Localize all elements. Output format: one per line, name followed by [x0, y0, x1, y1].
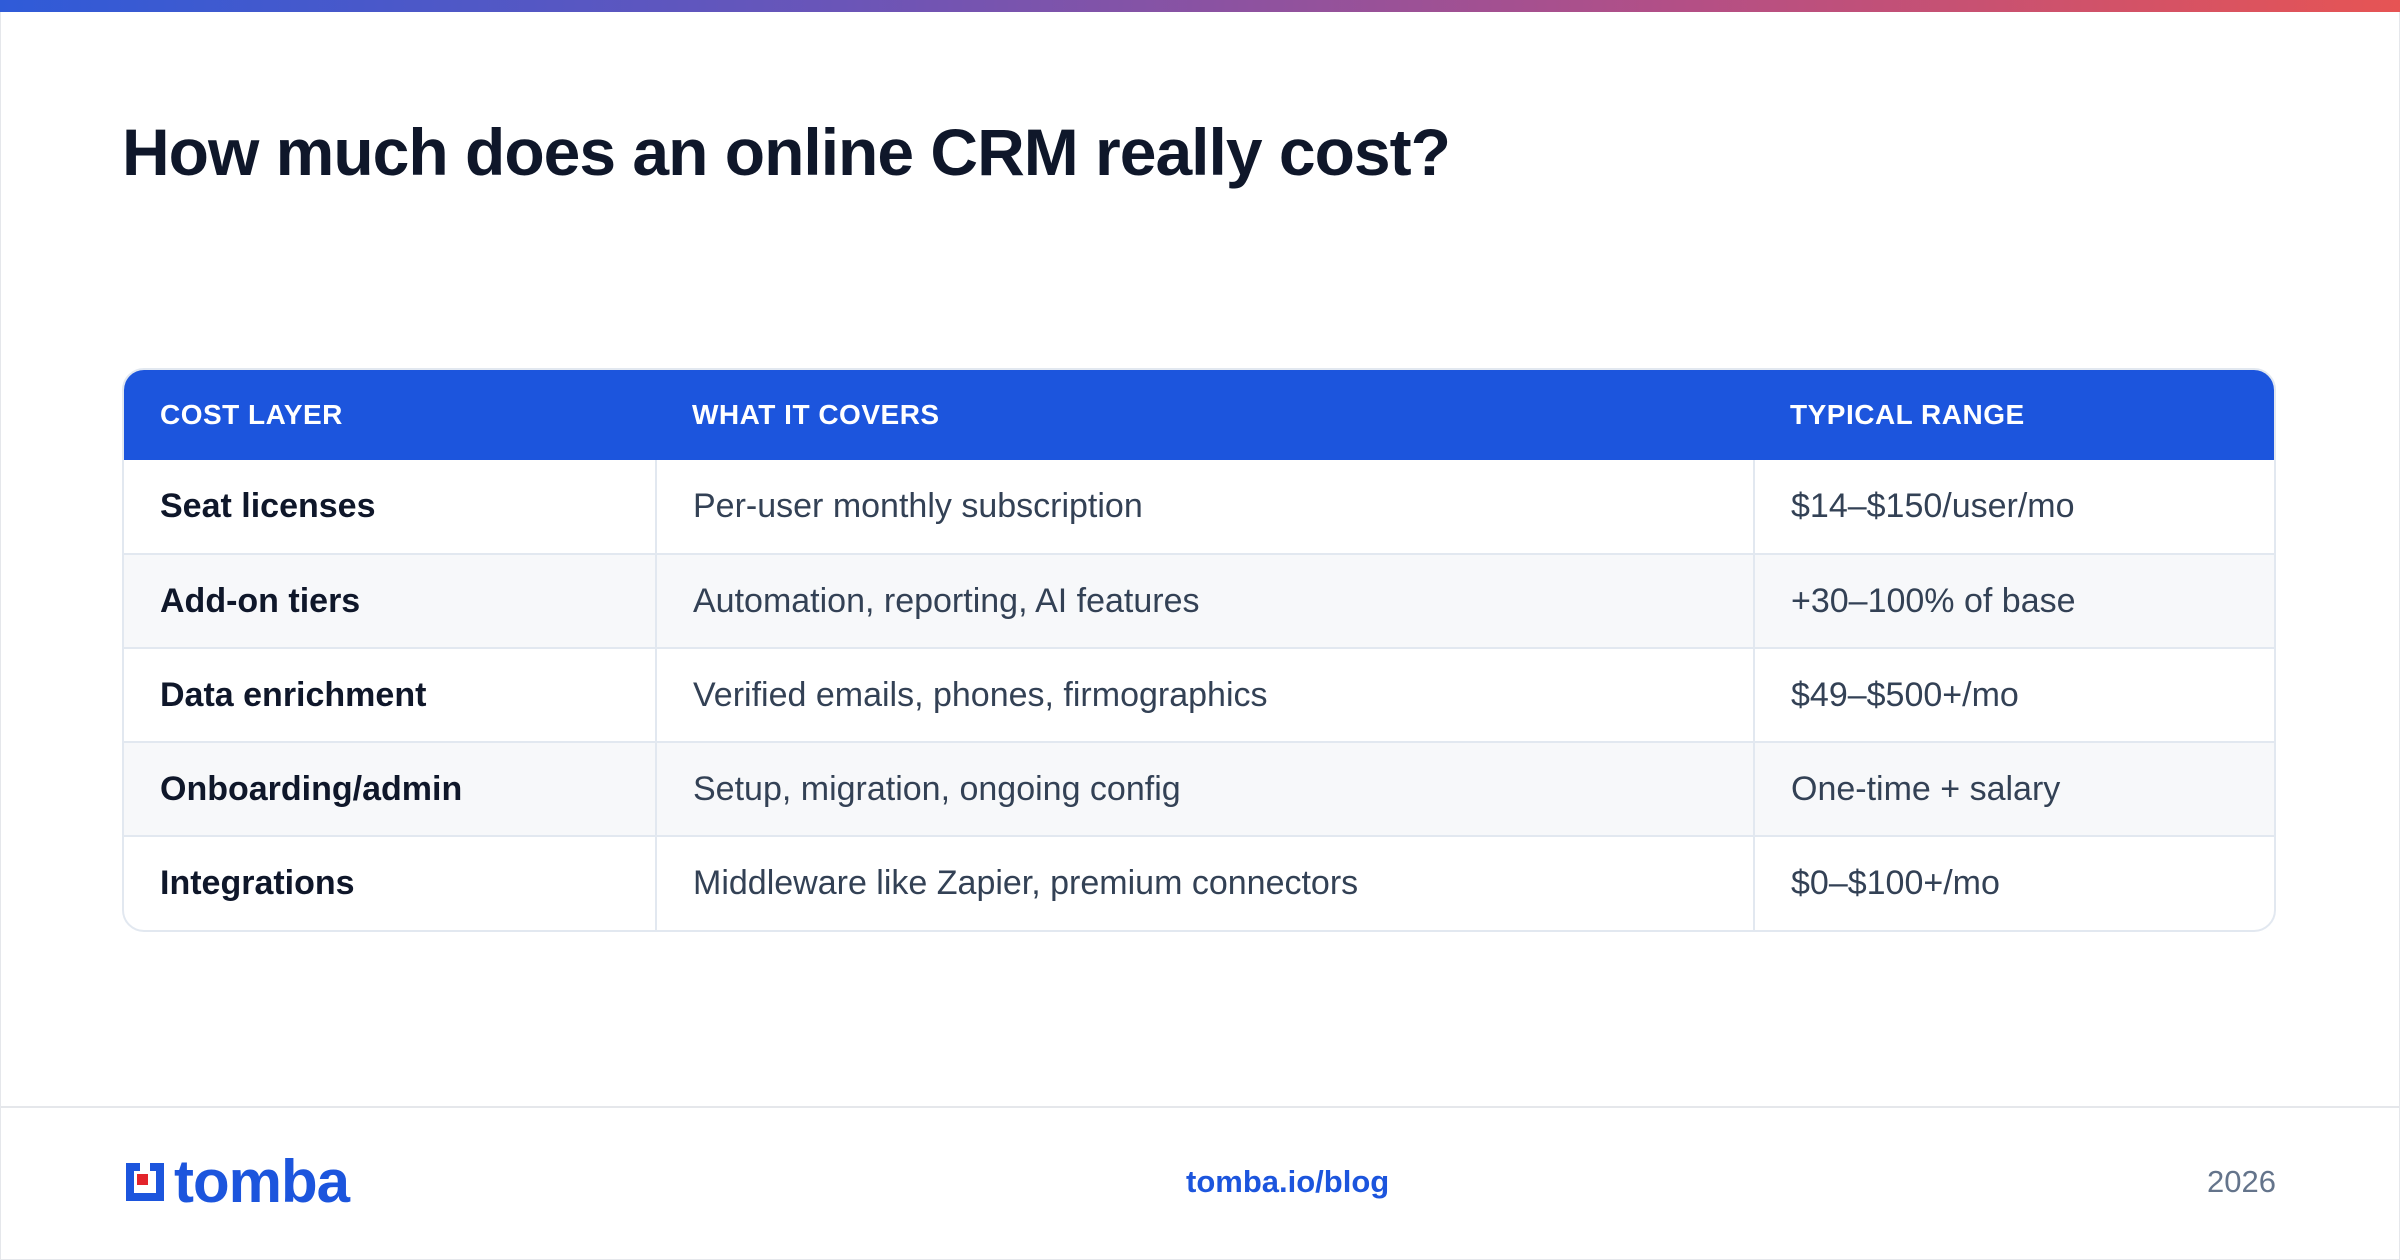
logo-wordmark: tomba: [174, 1148, 350, 1215]
table-row: Integrations Middleware like Zapier, pre…: [124, 835, 2274, 930]
header-what-it-covers: WHAT IT COVERS: [692, 399, 940, 430]
cell-typical-range: One-time + salary: [1753, 741, 2274, 836]
tomba-logo[interactable]: tomba: [122, 1148, 350, 1215]
tomba-logo-icon: [122, 1159, 168, 1205]
gradient-top-bar: [0, 0, 2400, 12]
table-row: Add-on tiers Automation, reporting, AI f…: [124, 553, 2274, 648]
header-cost-layer: COST LAYER: [160, 399, 343, 430]
footer-divider: [0, 1106, 2400, 1108]
cell-cost-layer: Add-on tiers: [124, 553, 656, 648]
table-row: Seat licenses Per-user monthly subscript…: [124, 460, 2274, 554]
cell-what-it-covers: Middleware like Zapier, premium connecto…: [655, 835, 1754, 930]
cell-what-it-covers: Per-user monthly subscription: [655, 460, 1754, 554]
cell-cost-layer: Seat licenses: [160, 487, 376, 525]
cell-typical-range: $14–$150/user/mo: [1753, 460, 2274, 554]
cell-cost-layer: Integrations: [124, 835, 656, 930]
cell-typical-range: $49–$500+/mo: [1753, 647, 2274, 742]
page-title: How much does an online CRM really cost?: [122, 115, 1451, 189]
cell-typical-range: $0–$100+/mo: [1753, 835, 2274, 930]
table-row: Onboarding/admin Setup, migration, ongoi…: [124, 741, 2274, 836]
table-header-row: COST LAYER WHAT IT COVERS TYPICAL RANGE: [124, 370, 2274, 460]
cell-cost-layer: Onboarding/admin: [124, 741, 656, 836]
table-header: COST LAYER WHAT IT COVERS TYPICAL RANGE: [124, 370, 2274, 460]
cell-what-it-covers: Verified emails, phones, firmographics: [655, 647, 1754, 742]
table-body: Seat licenses Per-user monthly subscript…: [124, 460, 2274, 930]
blog-link[interactable]: tomba.io/blog: [1186, 1164, 1389, 1200]
footer-year: 2026: [2207, 1164, 2276, 1199]
cell-typical-range: +30–100% of base: [1753, 553, 2274, 648]
header-typical-range: TYPICAL RANGE: [1790, 399, 2025, 430]
cost-table-grid: COST LAYER WHAT IT COVERS TYPICAL RANGE …: [124, 370, 2274, 930]
cell-what-it-covers: Automation, reporting, AI features: [655, 553, 1754, 648]
table-row: Data enrichment Verified emails, phones,…: [124, 647, 2274, 742]
cost-table: COST LAYER WHAT IT COVERS TYPICAL RANGE …: [122, 368, 2276, 932]
cell-cost-layer: Data enrichment: [124, 647, 656, 742]
cell-what-it-covers: Setup, migration, ongoing config: [655, 741, 1754, 836]
